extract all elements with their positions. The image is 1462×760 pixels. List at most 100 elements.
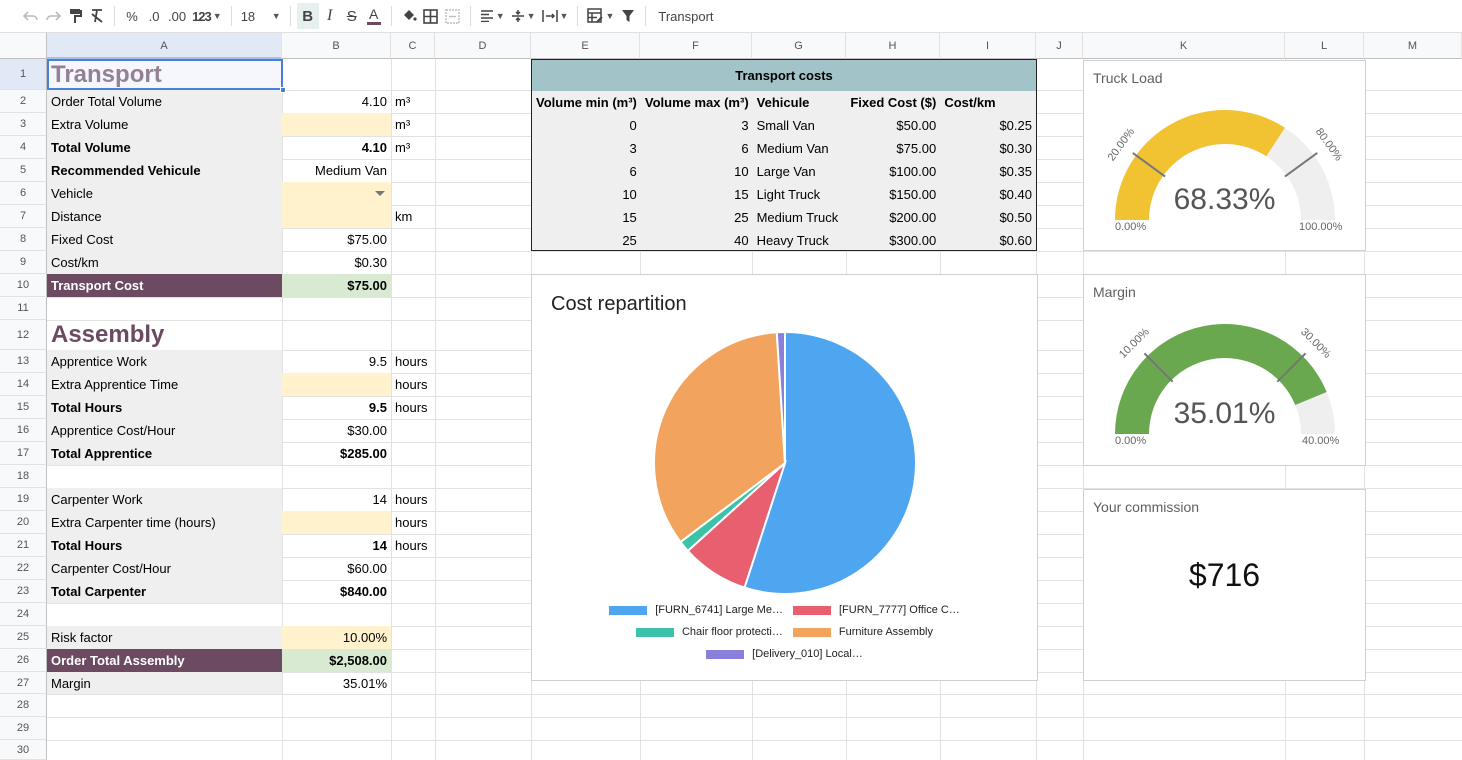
truck-load-gauge-card[interactable]: Truck Load 20.00% 80.00% 68.33% 0.00% 100… bbox=[1083, 60, 1366, 251]
paint-format-button[interactable] bbox=[64, 3, 86, 29]
cell-volume-max[interactable]: 15 bbox=[641, 187, 753, 202]
cell-fixed-cost[interactable]: $200.00 bbox=[846, 210, 940, 225]
assembly-heading[interactable]: Assembly bbox=[47, 320, 282, 350]
cell-volume-max[interactable]: 3 bbox=[641, 118, 753, 133]
legend-item[interactable]: [Delivery_010] Local… bbox=[706, 648, 863, 660]
cell-cost-km[interactable]: $0.35 bbox=[940, 164, 1036, 179]
cell-volume-min[interactable]: 10 bbox=[532, 187, 641, 202]
row-header-7[interactable]: 7 bbox=[0, 205, 47, 228]
order-total-volume-value[interactable]: 4.10 bbox=[282, 90, 391, 113]
cost-repartition-chart[interactable]: Cost repartition [FURN_6741] Large Me… [… bbox=[531, 274, 1038, 681]
cell-vehicule[interactable]: Medium Truck bbox=[753, 210, 847, 225]
bold-button[interactable]: B bbox=[296, 3, 319, 29]
borders-button[interactable] bbox=[420, 3, 442, 29]
row-header-5[interactable]: 5 bbox=[0, 159, 47, 182]
apprentice-work-value[interactable]: 9.5 bbox=[282, 350, 391, 373]
legend-item[interactable]: Chair floor protecti… bbox=[635, 626, 783, 638]
undo-button[interactable] bbox=[20, 3, 42, 29]
total-hours-a-value[interactable]: 9.5 bbox=[282, 396, 391, 419]
merge-cells-button[interactable] bbox=[442, 3, 464, 29]
cell-fixed-cost[interactable]: $150.00 bbox=[846, 187, 940, 202]
cell-volume-max[interactable]: 25 bbox=[641, 210, 753, 225]
row-header-11[interactable]: 11 bbox=[0, 297, 47, 320]
cell-cost-km[interactable]: $0.50 bbox=[940, 210, 1036, 225]
order-total-assembly-value[interactable]: $2,508.00 bbox=[282, 649, 391, 672]
column-header-C[interactable]: C bbox=[391, 33, 435, 59]
column-header-H[interactable]: H bbox=[846, 33, 940, 59]
row-header-27[interactable]: 27 bbox=[0, 672, 47, 694]
row-header-21[interactable]: 21 bbox=[0, 534, 47, 557]
column-header-D[interactable]: D bbox=[435, 33, 531, 59]
insert-chart-button[interactable]: ▼ bbox=[584, 3, 617, 29]
row-header-1[interactable]: 1 bbox=[0, 59, 47, 90]
margin-value[interactable]: 35.01% bbox=[282, 672, 391, 694]
row-header-6[interactable]: 6 bbox=[0, 182, 47, 205]
select-all-corner[interactable] bbox=[0, 33, 47, 59]
extra-volume-value[interactable] bbox=[282, 113, 391, 136]
format-percent-button[interactable]: % bbox=[121, 3, 143, 29]
cell-cost-km[interactable]: $0.60 bbox=[940, 233, 1036, 248]
cell-fixed-cost[interactable]: $50.00 bbox=[846, 118, 940, 133]
horizontal-align-button[interactable]: ▼ bbox=[477, 3, 508, 29]
legend-item[interactable]: [FURN_6741] Large Me… bbox=[609, 604, 783, 616]
commission-scorecard[interactable]: Your commission $716 bbox=[1083, 489, 1366, 681]
cell-cost-km[interactable]: $0.30 bbox=[940, 141, 1036, 156]
cell-vehicule[interactable]: Heavy Truck bbox=[753, 233, 847, 248]
column-header-B[interactable]: B bbox=[282, 33, 391, 59]
cell-volume-min[interactable]: 3 bbox=[532, 141, 641, 156]
cell-volume-max[interactable]: 6 bbox=[641, 141, 753, 156]
row-header-30[interactable]: 30 bbox=[0, 740, 47, 760]
total-hours-c-value[interactable]: 14 bbox=[282, 534, 391, 557]
column-header-F[interactable]: F bbox=[640, 33, 752, 59]
column-header-I[interactable]: I bbox=[940, 33, 1036, 59]
row-header-28[interactable]: 28 bbox=[0, 694, 47, 717]
row-header-29[interactable]: 29 bbox=[0, 717, 47, 740]
carpenter-work-value[interactable]: 14 bbox=[282, 488, 391, 511]
distance-value[interactable] bbox=[282, 205, 391, 228]
column-header-A[interactable]: A bbox=[47, 33, 282, 59]
row-header-10[interactable]: 10 bbox=[0, 274, 47, 297]
extra-carpenter-value[interactable] bbox=[282, 511, 391, 534]
text-color-button[interactable]: A bbox=[363, 3, 385, 29]
vehicle-dropdown-caret-icon[interactable] bbox=[375, 191, 385, 196]
row-header-9[interactable]: 9 bbox=[0, 251, 47, 274]
cell-fixed-cost[interactable]: $75.00 bbox=[846, 141, 940, 156]
row-header-15[interactable]: 15 bbox=[0, 396, 47, 419]
cell-volume-min[interactable]: 25 bbox=[532, 233, 641, 248]
fixed-cost-value[interactable]: $75.00 bbox=[282, 228, 391, 251]
column-header-L[interactable]: L bbox=[1285, 33, 1364, 59]
row-header-12[interactable]: 12 bbox=[0, 320, 47, 350]
row-header-18[interactable]: 18 bbox=[0, 465, 47, 488]
cell-volume-min[interactable]: 15 bbox=[532, 210, 641, 225]
column-header-K[interactable]: K bbox=[1083, 33, 1285, 59]
row-header-25[interactable]: 25 bbox=[0, 626, 47, 649]
filter-button[interactable] bbox=[617, 3, 639, 29]
italic-button[interactable]: I bbox=[319, 3, 341, 29]
carpenter-cost-hour-value[interactable]: $60.00 bbox=[282, 557, 391, 580]
row-header-23[interactable]: 23 bbox=[0, 580, 47, 603]
column-header-J[interactable]: J bbox=[1036, 33, 1083, 59]
fill-color-button[interactable] bbox=[398, 3, 420, 29]
cell-volume-min[interactable]: 6 bbox=[532, 164, 641, 179]
row-header-16[interactable]: 16 bbox=[0, 419, 47, 442]
strikethrough-button[interactable]: S bbox=[341, 3, 363, 29]
cell-vehicule[interactable]: Small Van bbox=[753, 118, 847, 133]
recommended-vehicule-value[interactable]: Medium Van bbox=[282, 159, 391, 182]
total-apprentice-value[interactable]: $285.00 bbox=[282, 442, 391, 465]
row-header-20[interactable]: 20 bbox=[0, 511, 47, 534]
cell-volume-max[interactable]: 40 bbox=[641, 233, 753, 248]
row-header-19[interactable]: 19 bbox=[0, 488, 47, 511]
number-format-button[interactable]: 123 ▼ bbox=[189, 3, 225, 29]
cell-volume-max[interactable]: 10 bbox=[641, 164, 753, 179]
row-header-4[interactable]: 4 bbox=[0, 136, 47, 159]
extra-apprentice-value[interactable] bbox=[282, 373, 391, 396]
text-wrap-button[interactable]: ▼ bbox=[539, 3, 572, 29]
cost-km-value[interactable]: $0.30 bbox=[282, 251, 391, 274]
legend-item[interactable]: Furniture Assembly bbox=[792, 626, 933, 638]
cell-cost-km[interactable]: $0.40 bbox=[940, 187, 1036, 202]
apprentice-cost-hour-value[interactable]: $30.00 bbox=[282, 419, 391, 442]
vertical-align-button[interactable]: ▼ bbox=[508, 3, 539, 29]
font-size-select[interactable]: 18 ▼ bbox=[238, 3, 284, 29]
row-header-14[interactable]: 14 bbox=[0, 373, 47, 396]
transport-cost-value[interactable]: $75.00 bbox=[282, 274, 391, 297]
